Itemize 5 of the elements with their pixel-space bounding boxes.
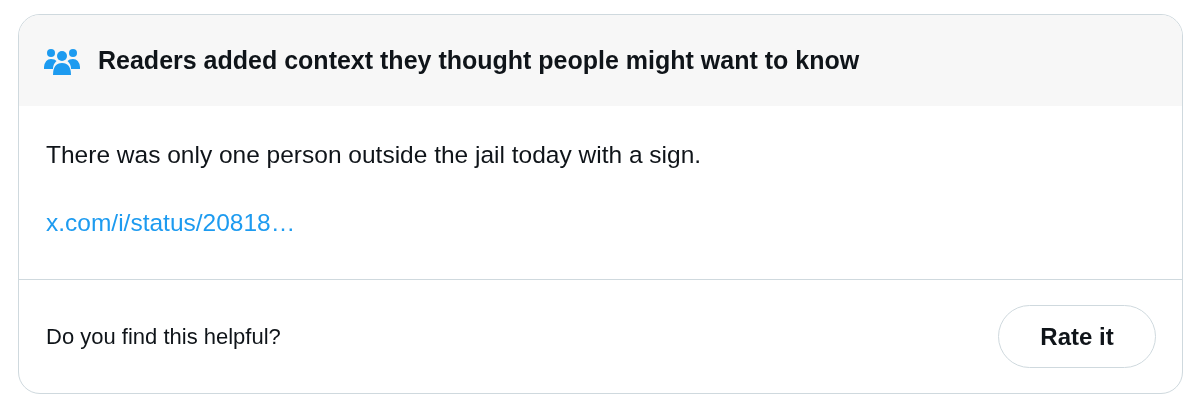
people-icon <box>44 46 80 75</box>
rate-button[interactable]: Rate it <box>998 305 1156 368</box>
helpful-question: Do you find this helpful? <box>46 323 281 350</box>
note-text: There was only one person outside the jail today with a sign. <box>46 141 703 169</box>
note-title: Readers added context they thought people might want to know <box>98 46 860 75</box>
